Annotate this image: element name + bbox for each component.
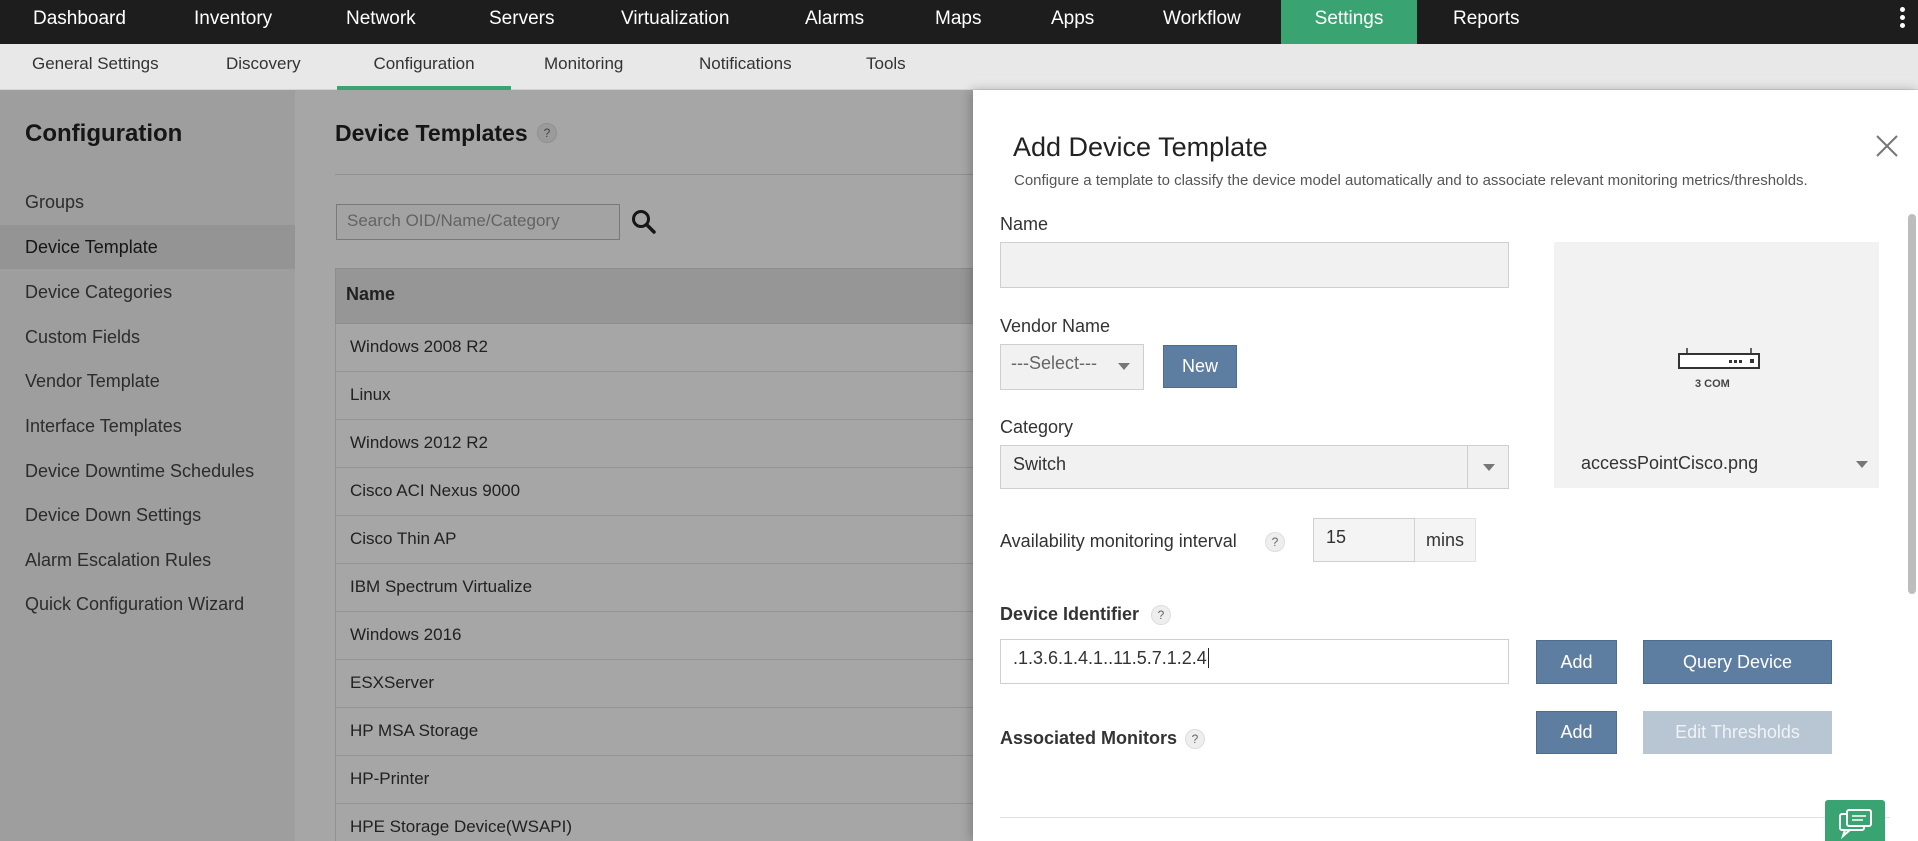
nav-inventory[interactable]: Inventory xyxy=(182,0,284,44)
edit-thresholds-button: Edit Thresholds xyxy=(1643,711,1832,754)
nav-maps[interactable]: Maps xyxy=(923,0,993,44)
interval-value: 15 xyxy=(1326,527,1347,547)
nav-workflow[interactable]: Workflow xyxy=(1151,0,1253,44)
query-device-button[interactable]: Query Device xyxy=(1643,640,1832,684)
nav-alarms[interactable]: Alarms xyxy=(793,0,876,44)
availability-interval-label: Availability monitoring interval xyxy=(1000,531,1237,551)
add-device-template-panel: Add Device Template Configure a template… xyxy=(973,90,1918,841)
device-identifier-value: .1.3.6.1.4.1..11.5.7.1.2.4 xyxy=(1013,648,1207,668)
device-image-selector[interactable]: 3 COM accessPointCisco.png xyxy=(1554,242,1879,488)
nav-reports[interactable]: Reports xyxy=(1441,0,1532,44)
nav-servers[interactable]: Servers xyxy=(477,0,566,44)
chat-icon xyxy=(1839,809,1872,840)
text-cursor xyxy=(1207,648,1209,668)
subnav-tools[interactable]: Tools xyxy=(856,44,916,90)
panel-title: Add Device Template xyxy=(1013,132,1268,162)
subnav-notifications[interactable]: Notifications xyxy=(689,44,802,90)
name-label: Name xyxy=(1000,214,1049,234)
subnav-monitoring[interactable]: Monitoring xyxy=(534,44,633,90)
new-vendor-button[interactable]: New xyxy=(1163,345,1237,388)
image-filename: accessPointCisco.png xyxy=(1581,453,1759,473)
close-icon[interactable] xyxy=(1873,132,1901,160)
more-menu-icon[interactable] xyxy=(1896,4,1908,34)
device-identifier-input[interactable]: .1.3.6.1.4.1..11.5.7.1.2.4 xyxy=(1000,639,1509,684)
interval-unit: mins xyxy=(1415,518,1476,562)
subnav-general-settings[interactable]: General Settings xyxy=(22,44,169,90)
top-navigation-bar: Dashboard Inventory Network Servers Virt… xyxy=(0,0,1918,44)
vendor-name-label: Vendor Name xyxy=(1000,316,1111,336)
interval-input[interactable]: 15 xyxy=(1313,518,1415,562)
vendor-select-value: ---Select--- xyxy=(1011,353,1097,373)
help-icon[interactable]: ? xyxy=(1265,532,1285,552)
category-label: Category xyxy=(1000,417,1074,437)
nav-network[interactable]: Network xyxy=(334,0,428,44)
device-image-caption: 3 COM xyxy=(1695,378,1730,390)
associated-monitors-label: Associated Monitors xyxy=(1000,728,1178,748)
chevron-down-icon[interactable] xyxy=(1483,464,1495,471)
category-select[interactable]: Switch xyxy=(1000,445,1509,489)
add-identifier-button[interactable]: Add xyxy=(1536,640,1617,684)
nav-settings[interactable]: Settings xyxy=(1281,0,1417,44)
help-icon[interactable]: ? xyxy=(1151,605,1171,625)
settings-subnav: General Settings Discovery Configuration… xyxy=(0,44,1918,90)
chat-button[interactable] xyxy=(1825,800,1885,841)
subnav-configuration[interactable]: Configuration xyxy=(337,44,511,90)
select-divider xyxy=(1467,446,1468,488)
help-icon[interactable]: ? xyxy=(1185,729,1205,749)
modal-overlay[interactable] xyxy=(0,90,973,841)
add-monitor-button[interactable]: Add xyxy=(1536,711,1617,754)
device-identifier-label: Device Identifier xyxy=(1000,604,1140,624)
category-select-value: Switch xyxy=(1013,454,1067,474)
nav-dashboard[interactable]: Dashboard xyxy=(21,0,138,44)
panel-scrollbar[interactable] xyxy=(1908,214,1916,594)
name-input[interactable] xyxy=(1000,242,1509,288)
divider xyxy=(1000,817,1890,818)
nav-virtualization[interactable]: Virtualization xyxy=(609,0,741,44)
chevron-down-icon[interactable] xyxy=(1856,461,1868,468)
nav-apps[interactable]: Apps xyxy=(1039,0,1106,44)
chevron-down-icon[interactable] xyxy=(1118,363,1130,370)
panel-description: Configure a template to classify the dev… xyxy=(1014,172,1808,189)
subnav-discovery[interactable]: Discovery xyxy=(216,44,311,90)
